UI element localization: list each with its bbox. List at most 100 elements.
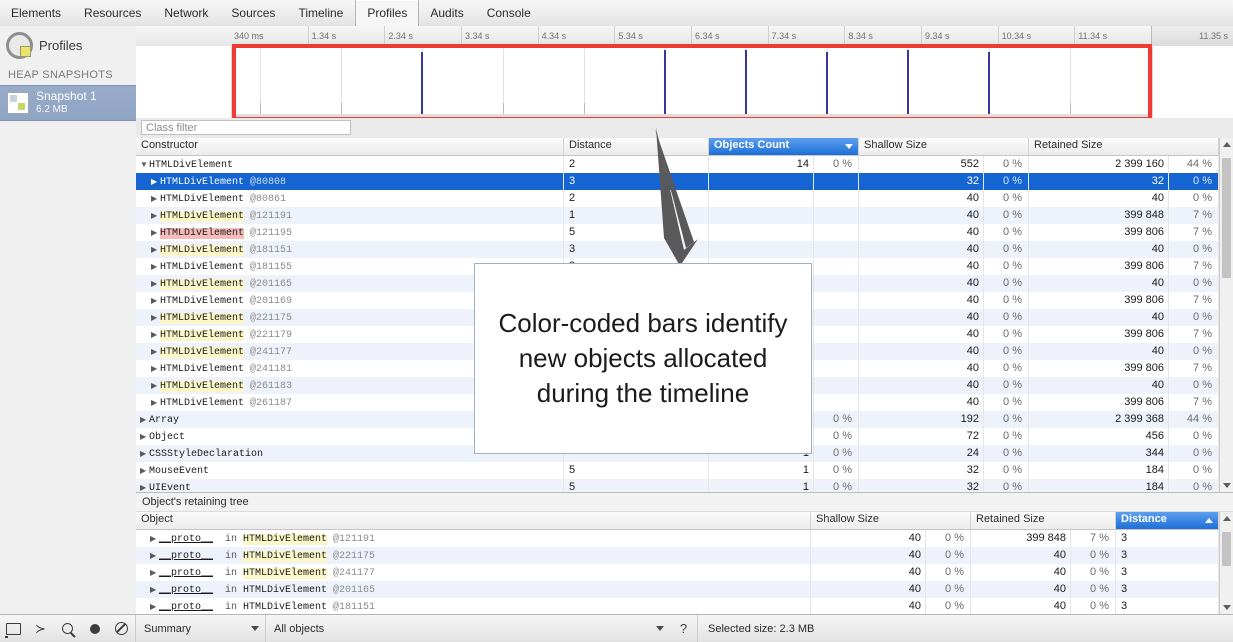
twisty-collapsed-icon[interactable]: ▶: [151, 394, 160, 411]
tab-sources[interactable]: Sources: [220, 0, 287, 26]
dock-side-button[interactable]: [0, 615, 27, 642]
allocation-bar[interactable]: [1150, 59, 1152, 114]
view-mode-select[interactable]: Summary: [135, 615, 265, 642]
allocation-bar[interactable]: [421, 52, 423, 114]
twisty-collapsed-icon[interactable]: ▶: [140, 462, 149, 479]
class-filter-input[interactable]: Class filter: [141, 120, 351, 135]
cell-objects-count-pct: [814, 377, 859, 394]
list-item[interactable]: ▶__proto__ in HTMLDivElement @241177400 …: [136, 564, 1233, 581]
clear-button[interactable]: [108, 615, 135, 642]
object-filter-select[interactable]: All objects: [265, 615, 670, 642]
column-header-shallow-size[interactable]: Shallow Size: [859, 138, 1029, 155]
tab-profiles[interactable]: Profiles: [355, 0, 419, 26]
constructor-name: HTMLDivElement: [160, 245, 244, 256]
twisty-collapsed-icon[interactable]: ▶: [151, 360, 160, 377]
search-button[interactable]: [54, 615, 81, 642]
column-header-constructor[interactable]: Constructor: [136, 138, 564, 155]
tab-network[interactable]: Network: [153, 0, 220, 26]
column-header-retained-size[interactable]: Retained Size: [1029, 138, 1219, 155]
twisty-collapsed-icon[interactable]: ▶: [151, 207, 160, 224]
allocation-bar[interactable]: [907, 50, 909, 114]
twisty-collapsed-icon[interactable]: ▶: [151, 241, 160, 258]
list-item[interactable]: ▶__proto__ in HTMLDivElement @201165400 …: [136, 581, 1233, 598]
cell-retained-size: 399 848: [971, 530, 1071, 547]
heap-timeline-overview[interactable]: 340 ms1.34 s2.34 s3.34 s4.34 s5.34 s6.34…: [136, 26, 1233, 118]
tab-console[interactable]: Console: [476, 0, 543, 26]
allocation-bar[interactable]: [341, 103, 342, 114]
retaining-tree-body[interactable]: ▶__proto__ in HTMLDivElement @121191400 …: [136, 530, 1233, 614]
retaining-column-header-shallow-size[interactable]: Shallow Size: [811, 512, 971, 529]
tab-elements[interactable]: Elements: [0, 0, 73, 26]
twisty-collapsed-icon[interactable]: ▶: [151, 326, 160, 343]
cell-shallow-size-pct: 0 %: [984, 428, 1029, 445]
cell-constructor: ▶HTMLDivElement @80808: [136, 173, 564, 190]
twisty-collapsed-icon[interactable]: ▶: [151, 343, 160, 360]
record-icon: [90, 624, 100, 634]
twisty-collapsed-icon[interactable]: ▶: [140, 428, 149, 445]
twisty-collapsed-icon[interactable]: ▶: [150, 598, 159, 614]
allocation-bar[interactable]: [260, 103, 261, 114]
table-row[interactable]: ▶MouseEvent510 %320 %1840 %: [136, 462, 1233, 479]
scroll-up-arrow-icon[interactable]: [1223, 142, 1231, 147]
retaining-column-header-distance[interactable]: Distance: [1116, 512, 1219, 529]
scrollbar-thumb[interactable]: [1222, 532, 1231, 566]
twisty-collapsed-icon[interactable]: ▶: [151, 377, 160, 394]
cell-objects-count-pct: [814, 343, 859, 360]
retainer-in-keyword: in: [213, 602, 243, 613]
list-item[interactable]: ▶__proto__ in HTMLDivElement @121191400 …: [136, 530, 1233, 547]
scroll-up-arrow-icon[interactable]: [1223, 516, 1231, 521]
help-button[interactable]: ?: [670, 615, 697, 642]
cell-shallow-size: 40: [811, 581, 926, 598]
allocation-bar[interactable]: [745, 50, 747, 114]
tab-resources[interactable]: Resources: [73, 0, 153, 26]
retaining-column-header-object[interactable]: Object: [136, 512, 811, 529]
scrollbar-thumb[interactable]: [1222, 158, 1231, 278]
constructors-grid-scrollbar[interactable]: [1219, 138, 1233, 492]
twisty-collapsed-icon[interactable]: ▶: [151, 190, 160, 207]
cell-retained-size: 344: [1029, 445, 1169, 462]
scroll-down-arrow-icon[interactable]: [1223, 605, 1231, 610]
twisty-collapsed-icon[interactable]: ▶: [140, 411, 149, 428]
retaining-column-header-retained-size[interactable]: Retained Size: [971, 512, 1116, 529]
twisty-collapsed-icon[interactable]: ▶: [140, 445, 149, 462]
object-id: @80861: [244, 194, 286, 205]
twisty-collapsed-icon[interactable]: ▶: [150, 581, 159, 598]
twisty-collapsed-icon[interactable]: ▶: [151, 258, 160, 275]
allocation-bar[interactable]: [584, 103, 585, 114]
cell-retained-size: 399 806: [1029, 258, 1169, 275]
tab-audits[interactable]: Audits: [419, 0, 475, 26]
retaining-tree-scrollbar[interactable]: [1219, 512, 1233, 614]
column-header-objects-count[interactable]: Objects Count: [709, 138, 859, 155]
twisty-collapsed-icon[interactable]: ▶: [150, 547, 159, 564]
twisty-collapsed-icon[interactable]: ▶: [151, 173, 160, 190]
scroll-down-arrow-icon[interactable]: [1223, 483, 1231, 488]
twisty-collapsed-icon[interactable]: ▶: [151, 309, 160, 326]
record-button[interactable]: [81, 615, 108, 642]
allocation-bar[interactable]: [1070, 103, 1071, 114]
allocation-bar[interactable]: [826, 52, 828, 114]
retaining-tree-title: Object's retaining tree: [136, 493, 1233, 512]
cell-shallow-size-pct: 0 %: [984, 258, 1029, 275]
twisty-collapsed-icon[interactable]: ▶: [140, 479, 149, 493]
twisty-collapsed-icon[interactable]: ▶: [150, 564, 159, 581]
cell-objects-count-pct: [814, 360, 859, 377]
list-item[interactable]: ▶__proto__ in HTMLDivElement @181151400 …: [136, 598, 1233, 614]
twisty-collapsed-icon[interactable]: ▶: [151, 292, 160, 309]
allocation-bar[interactable]: [988, 52, 990, 114]
twisty-collapsed-icon[interactable]: ▶: [151, 224, 160, 241]
tab-timeline[interactable]: Timeline: [287, 0, 355, 26]
twisty-collapsed-icon[interactable]: ▶: [151, 275, 160, 292]
cell-shallow-size-pct: 0 %: [926, 598, 971, 614]
twisty-expanded-icon[interactable]: ▼: [140, 156, 149, 173]
object-id: @121191: [244, 211, 292, 222]
allocation-bar[interactable]: [664, 50, 666, 114]
console-drawer-button[interactable]: ≻: [27, 615, 54, 642]
table-row[interactable]: ▶UIEvent510 %320 %1840 %: [136, 479, 1233, 493]
retaining-tree-grid[interactable]: ObjectShallow SizeRetained SizeDistance …: [136, 512, 1233, 614]
sidebar-item-snapshot-1[interactable]: Snapshot 1 6.2 MB: [0, 85, 136, 121]
twisty-collapsed-icon[interactable]: ▶: [150, 530, 159, 547]
allocation-bar-chart[interactable]: [231, 46, 1153, 118]
allocation-bar[interactable]: [503, 103, 504, 114]
list-item[interactable]: ▶__proto__ in HTMLDivElement @221175400 …: [136, 547, 1233, 564]
cell-retained-size: 2 399 160: [1029, 156, 1169, 173]
